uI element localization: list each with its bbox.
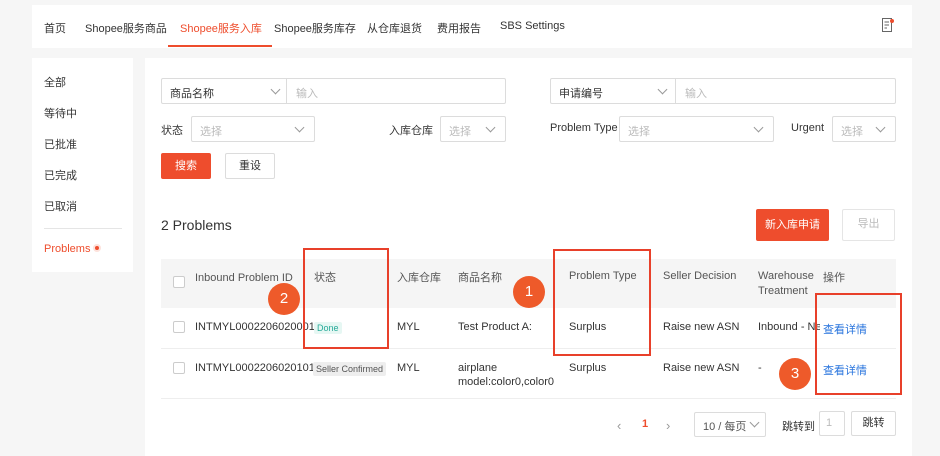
- chevron-down-icon: [657, 84, 668, 95]
- row-1-product: Test Product A:: [458, 321, 532, 333]
- col-header-status: 状态: [314, 272, 336, 284]
- page-size-value: 10 / 每页: [703, 421, 747, 433]
- tab-shopee-inventory[interactable]: Shopee服务库存: [274, 20, 356, 36]
- apply-no-search: 申请编号 输入: [550, 78, 896, 104]
- chevron-down-icon: [749, 417, 760, 428]
- row-2-warehouse: MYL: [397, 362, 420, 374]
- status-badge: Seller Confirmed: [313, 362, 387, 376]
- field-separator: [286, 79, 287, 103]
- select-all-checkbox[interactable]: [173, 276, 185, 288]
- jump-page-value: 1: [826, 417, 833, 429]
- chevron-down-icon: [753, 122, 764, 133]
- problem-type-filter-label: Problem Type: [550, 122, 618, 134]
- problem-type-select[interactable]: 选择: [619, 116, 774, 142]
- sidebar-problems-label: Problems: [44, 243, 91, 255]
- tab-shopee-inbound[interactable]: Shopee服务入库: [180, 20, 262, 36]
- row-2-seller-decision: Raise new ASN: [663, 362, 740, 374]
- row-2-warehouse-treatment: -: [758, 362, 762, 374]
- jump-button[interactable]: 跳转: [851, 411, 896, 436]
- tab-home[interactable]: 首页: [44, 20, 66, 36]
- reset-button[interactable]: 重设: [225, 153, 275, 179]
- chevron-down-icon: [875, 122, 886, 133]
- warehouse-filter-label: 入库仓库: [389, 125, 433, 137]
- chevron-down-icon: [294, 122, 305, 133]
- apply-no-input[interactable]: 输入: [685, 85, 707, 101]
- row-checkbox[interactable]: [173, 321, 185, 333]
- product-name-input[interactable]: 输入: [296, 85, 318, 101]
- urgent-select-placeholder: 选择: [841, 126, 863, 138]
- problem-type-select-placeholder: 选择: [628, 126, 650, 138]
- active-tab-underline: [168, 45, 272, 47]
- col-header-product: 商品名称: [458, 272, 502, 284]
- urgent-select[interactable]: 选择: [832, 116, 896, 142]
- status-filter-label: 状态: [161, 125, 183, 137]
- row-divider: [161, 398, 896, 399]
- row-2-problem-type: Surplus: [569, 362, 607, 374]
- sidebar-item-completed[interactable]: 已完成: [44, 167, 77, 183]
- col-header-problem-type: Problem Type: [569, 270, 637, 282]
- tab-return-from-warehouse[interactable]: 从仓库退货: [367, 20, 422, 36]
- annotation-marker-3: 3: [779, 358, 811, 390]
- warehouse-select[interactable]: 选择: [440, 116, 506, 142]
- status-badge: Done: [314, 322, 342, 334]
- status-select[interactable]: 选择: [191, 116, 315, 142]
- tab-sbs-settings[interactable]: SBS Settings: [500, 20, 565, 32]
- chevron-down-icon: [485, 122, 496, 133]
- col-header-seller-decision: Seller Decision: [663, 270, 737, 282]
- col-header-action: 操作: [823, 272, 845, 284]
- jump-to-label: 跳转到: [782, 421, 815, 433]
- problems-count-title: 2 Problems: [161, 217, 232, 233]
- sidebar-item-problems[interactable]: Problems: [44, 243, 102, 255]
- sidebar-item-all[interactable]: 全部: [44, 74, 66, 90]
- product-name-select[interactable]: 商品名称: [170, 85, 214, 101]
- row-1-problem-type: Surplus: [569, 321, 607, 333]
- sidebar-item-cancelled[interactable]: 已取消: [44, 198, 77, 214]
- row-1-id: INTMYL0002206020001: [195, 321, 315, 333]
- status-select-placeholder: 选择: [200, 126, 222, 138]
- annotation-marker-1: 1: [513, 276, 545, 308]
- page-number-current[interactable]: 1: [642, 418, 648, 430]
- new-inbound-button[interactable]: 新入库申请: [756, 209, 829, 241]
- top-navigation: 首页 Shopee服务商品 Shopee服务入库 Shopee服务库存 从仓库退…: [32, 5, 912, 48]
- next-page-icon[interactable]: ›: [666, 418, 670, 433]
- document-edit-icon[interactable]: [882, 18, 894, 33]
- product-name-search: 商品名称 输入: [161, 78, 506, 104]
- notification-dot: [93, 244, 102, 253]
- view-details-link[interactable]: 查看详情: [823, 362, 867, 378]
- row-divider: [161, 348, 896, 349]
- col-header-id: Inbound Problem ID: [195, 272, 293, 284]
- row-checkbox[interactable]: [173, 362, 185, 374]
- sidebar-divider: [44, 228, 122, 229]
- annotation-marker-2: 2: [268, 283, 300, 315]
- row-2-product-line2: model:color0,color0: [458, 376, 554, 388]
- main-panel: 商品名称 输入 申请编号 输入 状态 选择 入库仓库 选择 Problem Ty…: [145, 58, 912, 456]
- tab-shopee-products[interactable]: Shopee服务商品: [85, 20, 167, 36]
- jump-page-input[interactable]: 1: [819, 411, 845, 436]
- row-1-warehouse: MYL: [397, 321, 420, 333]
- urgent-filter-label: Urgent: [791, 122, 825, 134]
- tab-fee-report[interactable]: 费用报告: [437, 20, 481, 36]
- sidebar-item-approved[interactable]: 已批准: [44, 136, 77, 152]
- export-button[interactable]: 导出: [842, 209, 895, 241]
- sidebar-item-pending[interactable]: 等待中: [44, 105, 77, 121]
- row-2-product-line1: airplane: [458, 362, 498, 374]
- field-separator: [675, 79, 676, 103]
- apply-no-select[interactable]: 申请编号: [559, 85, 603, 101]
- view-details-link[interactable]: 查看详情: [823, 321, 867, 337]
- status-sidebar: 全部 等待中 已批准 已完成 已取消 Problems: [32, 58, 133, 272]
- row-1-seller-decision: Raise new ASN: [663, 321, 740, 333]
- col-header-warehouse: 入库仓库: [397, 272, 441, 284]
- row-2-id: INTMYL0002206020101: [195, 362, 315, 374]
- row-1-warehouse-treatment: Inbound - New: [758, 321, 820, 333]
- col-header-warehouse-treatment-line2: Treatment: [758, 285, 808, 297]
- warehouse-select-placeholder: 选择: [449, 126, 471, 138]
- page-size-select[interactable]: 10 / 每页: [694, 412, 766, 437]
- prev-page-icon[interactable]: ‹: [617, 418, 621, 433]
- chevron-down-icon: [270, 84, 281, 95]
- search-button[interactable]: 搜索: [161, 153, 211, 179]
- col-header-warehouse-treatment-line1: Warehouse: [758, 270, 814, 282]
